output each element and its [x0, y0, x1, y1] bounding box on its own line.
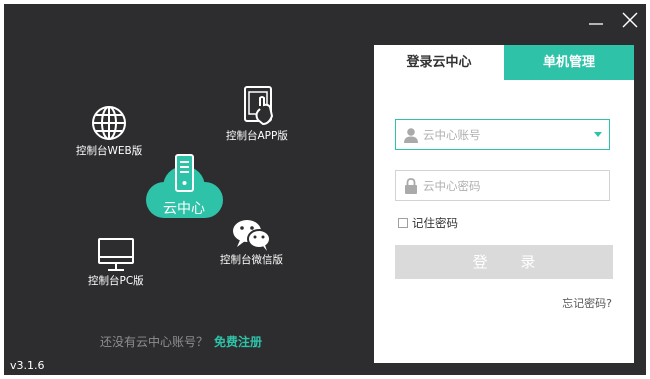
minimize-icon: [589, 23, 603, 25]
account-input[interactable]: [423, 120, 593, 149]
tab-cloud-login[interactable]: 登录云中心: [374, 45, 504, 80]
panel-tabs: 登录云中心 单机管理: [374, 45, 634, 80]
version-label: v3.1.6: [10, 359, 45, 372]
register-prompt: 还没有云中心账号？ 免费注册: [100, 333, 262, 350]
feature-wechat-label: 控制台微信版: [220, 254, 283, 266]
minimize-button[interactable]: [586, 10, 606, 30]
remember-password-label: 记住密码: [412, 216, 458, 230]
forgot-password-link[interactable]: 忘记密码?: [562, 295, 612, 311]
lock-icon: [405, 178, 417, 194]
free-register-link[interactable]: 免费注册: [214, 335, 262, 349]
feature-app-label: 控制台APP版: [226, 130, 288, 142]
feature-app-console: 控制台APP版: [226, 84, 288, 143]
remember-password[interactable]: 记住密码: [398, 215, 458, 231]
tablet-touch-icon: [243, 86, 273, 126]
tab-local-management[interactable]: 单机管理: [504, 45, 634, 80]
cloud-center-label: 云中心: [163, 201, 205, 217]
login-panel: 登录云中心 单机管理 记住密码 登 录 忘记密码?: [374, 45, 634, 363]
login-button[interactable]: 登 录: [395, 245, 613, 279]
close-button[interactable]: [620, 10, 640, 30]
feature-web-console: 控制台WEB版: [76, 103, 142, 158]
cloud-center: 云中心: [138, 154, 230, 224]
password-field[interactable]: [395, 170, 610, 201]
user-icon: [404, 128, 418, 143]
globe-icon: [92, 106, 127, 140]
close-icon: [622, 12, 638, 28]
account-dropdown-icon[interactable]: [594, 132, 602, 137]
launcher-window: 控制台WEB版 控制台APP版 控制台微信版 控制台PC版 云中心 还没有云中心…: [4, 4, 646, 375]
register-prompt-text: 还没有云中心账号？: [100, 335, 209, 349]
monitor-icon: [97, 238, 134, 271]
remember-password-checkbox[interactable]: [398, 218, 408, 228]
account-field[interactable]: [395, 119, 610, 150]
password-input[interactable]: [423, 171, 593, 200]
feature-pc-label: 控制台PC版: [88, 275, 144, 287]
feature-pc-console: 控制台PC版: [88, 237, 144, 288]
wechat-icon: [232, 220, 271, 251]
feature-web-label: 控制台WEB版: [76, 145, 143, 157]
